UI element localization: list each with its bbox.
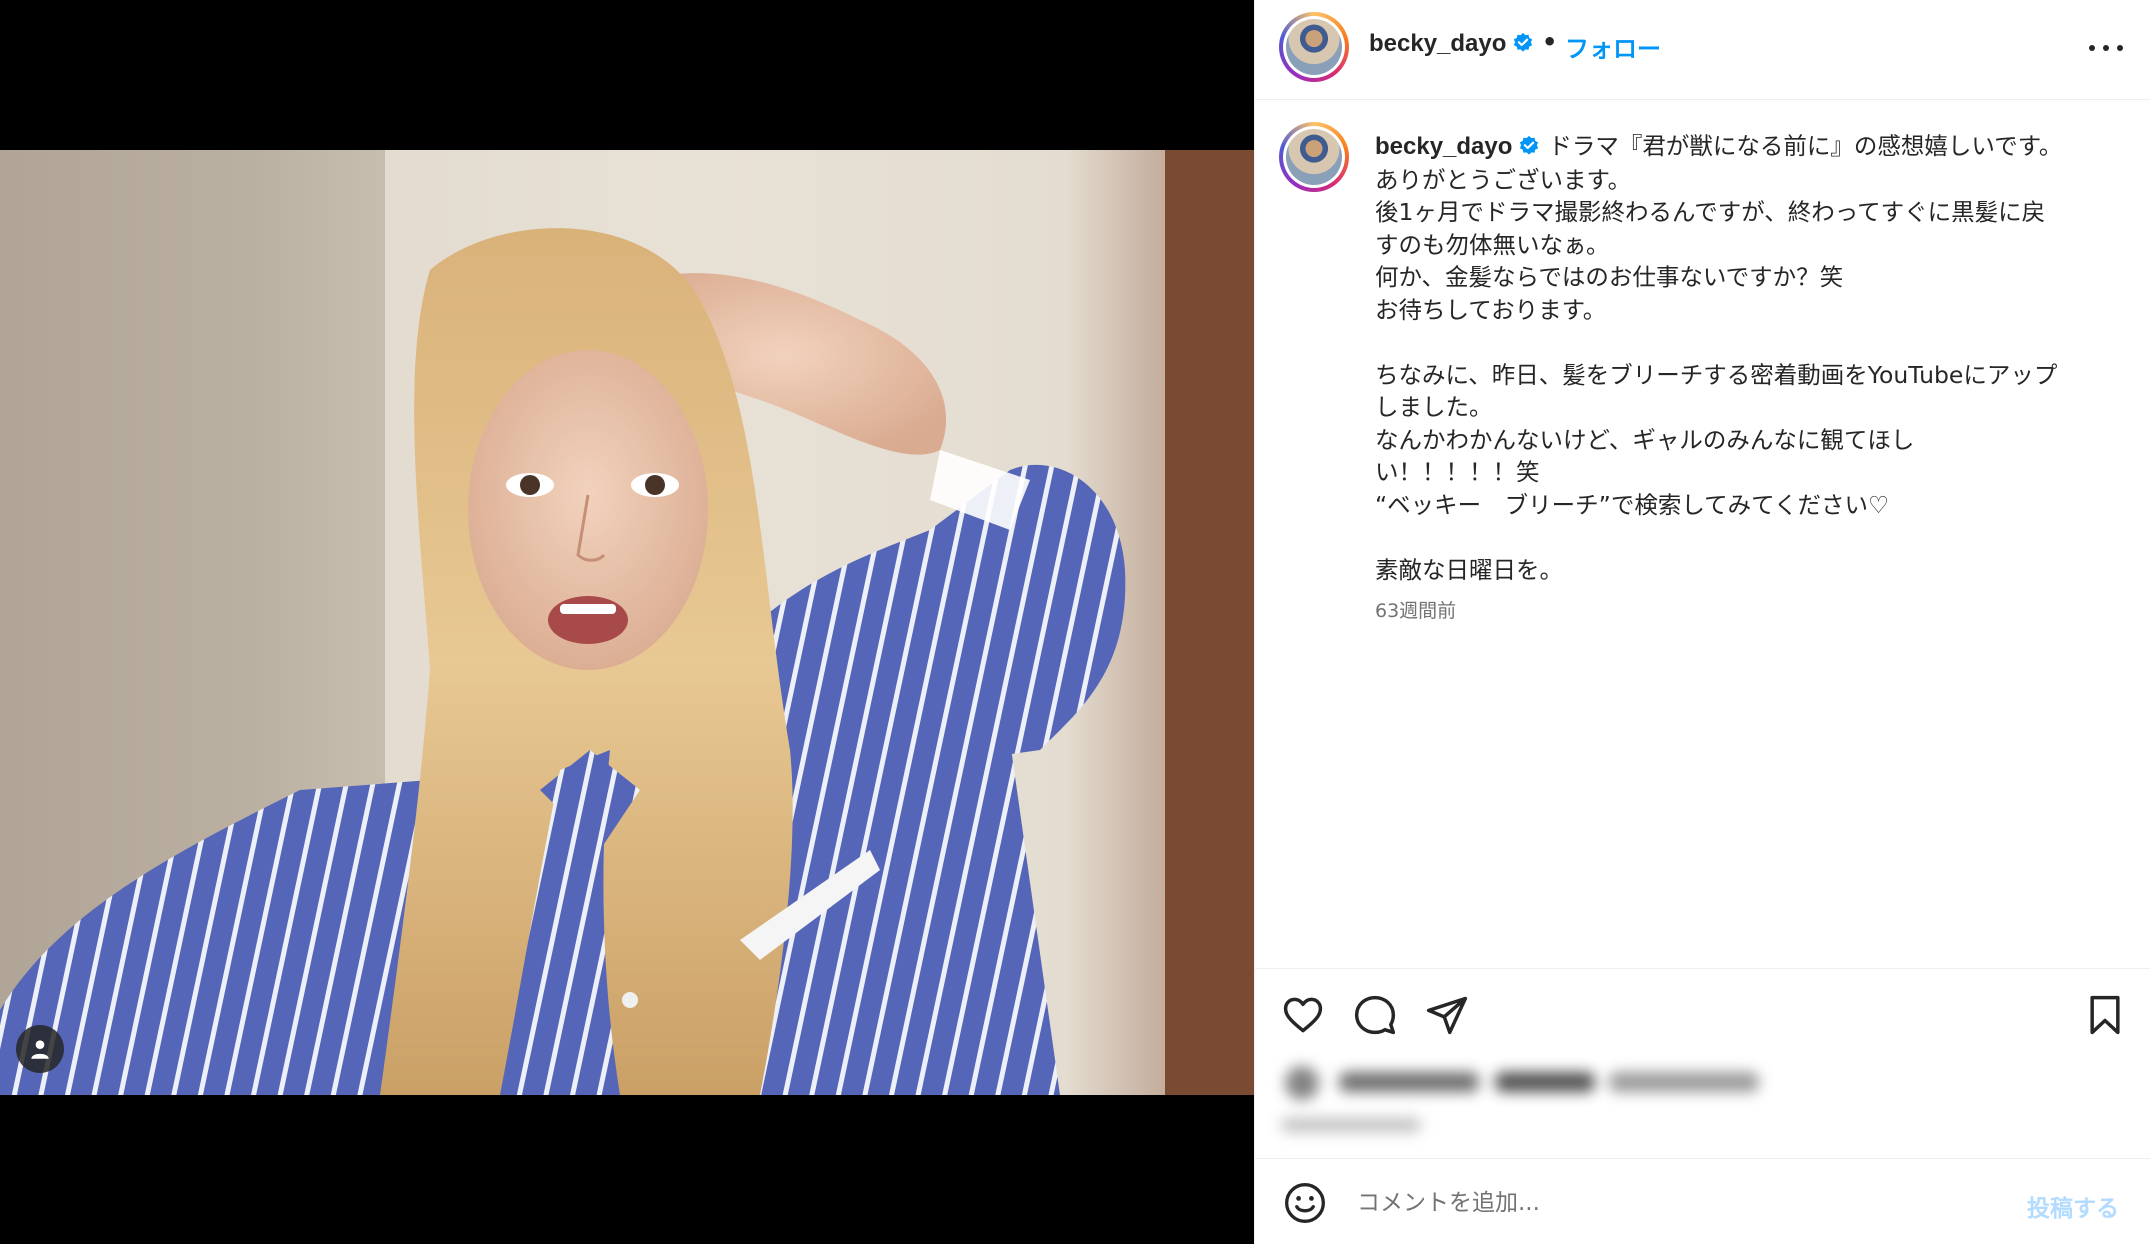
caption-author-avatar[interactable]	[1279, 122, 1349, 192]
heart-icon[interactable]	[1281, 993, 1325, 1037]
comment-bubble-icon[interactable]	[1353, 993, 1397, 1037]
post-header: becky_dayo • フォロー	[1255, 0, 2150, 100]
paper-plane-icon[interactable]	[1425, 993, 1469, 1037]
likes-summary-blurred	[1279, 1060, 1799, 1150]
post-caption: becky_dayo ドラマ『君が獣になる前に』の感想嬉しいです。 ありがとうござ…	[1375, 130, 2115, 623]
user-tag-button[interactable]	[16, 1025, 64, 1073]
bookmark-icon[interactable]	[2083, 993, 2127, 1037]
caption-text: becky_dayo ドラマ『君が獣になる前に』の感想嬉しいです。 ありがとうござ…	[1375, 130, 2115, 586]
user-tag-icon	[31, 1040, 49, 1059]
post-photo[interactable]	[0, 150, 1254, 1095]
smiley-icon[interactable]	[1283, 1181, 1327, 1225]
caption-username[interactable]: becky_dayo	[1375, 133, 1540, 160]
verified-badge-icon	[1514, 32, 1533, 52]
author-avatar[interactable]	[1279, 12, 1349, 82]
follow-button[interactable]: フォロー	[1565, 29, 1661, 64]
post-media-panel	[0, 0, 1254, 1244]
comment-bar: 投稿する	[1255, 1158, 2150, 1244]
caption-body: ドラマ『君が獣になる前に』の感想嬉しいです。 ありがとうございます。 後1ヶ月で…	[1375, 132, 2063, 584]
verified-badge-icon	[1520, 135, 1539, 155]
photo-illustration	[0, 150, 1254, 1095]
more-options-icon[interactable]	[2089, 36, 2123, 60]
comment-input[interactable]	[1355, 1181, 1959, 1225]
post-comment-button[interactable]: 投稿する	[2027, 1189, 2119, 1223]
post-side-panel: becky_dayo • フォロー becky_dayo ドラマ『君が獣になる前に…	[1254, 0, 2150, 1244]
post-actions-bar	[1255, 968, 2150, 1048]
author-username[interactable]: becky_dayo	[1369, 30, 1534, 58]
post-time-ago[interactable]: 63週間前	[1375, 596, 2115, 623]
separator-dot: •	[1542, 28, 1558, 56]
